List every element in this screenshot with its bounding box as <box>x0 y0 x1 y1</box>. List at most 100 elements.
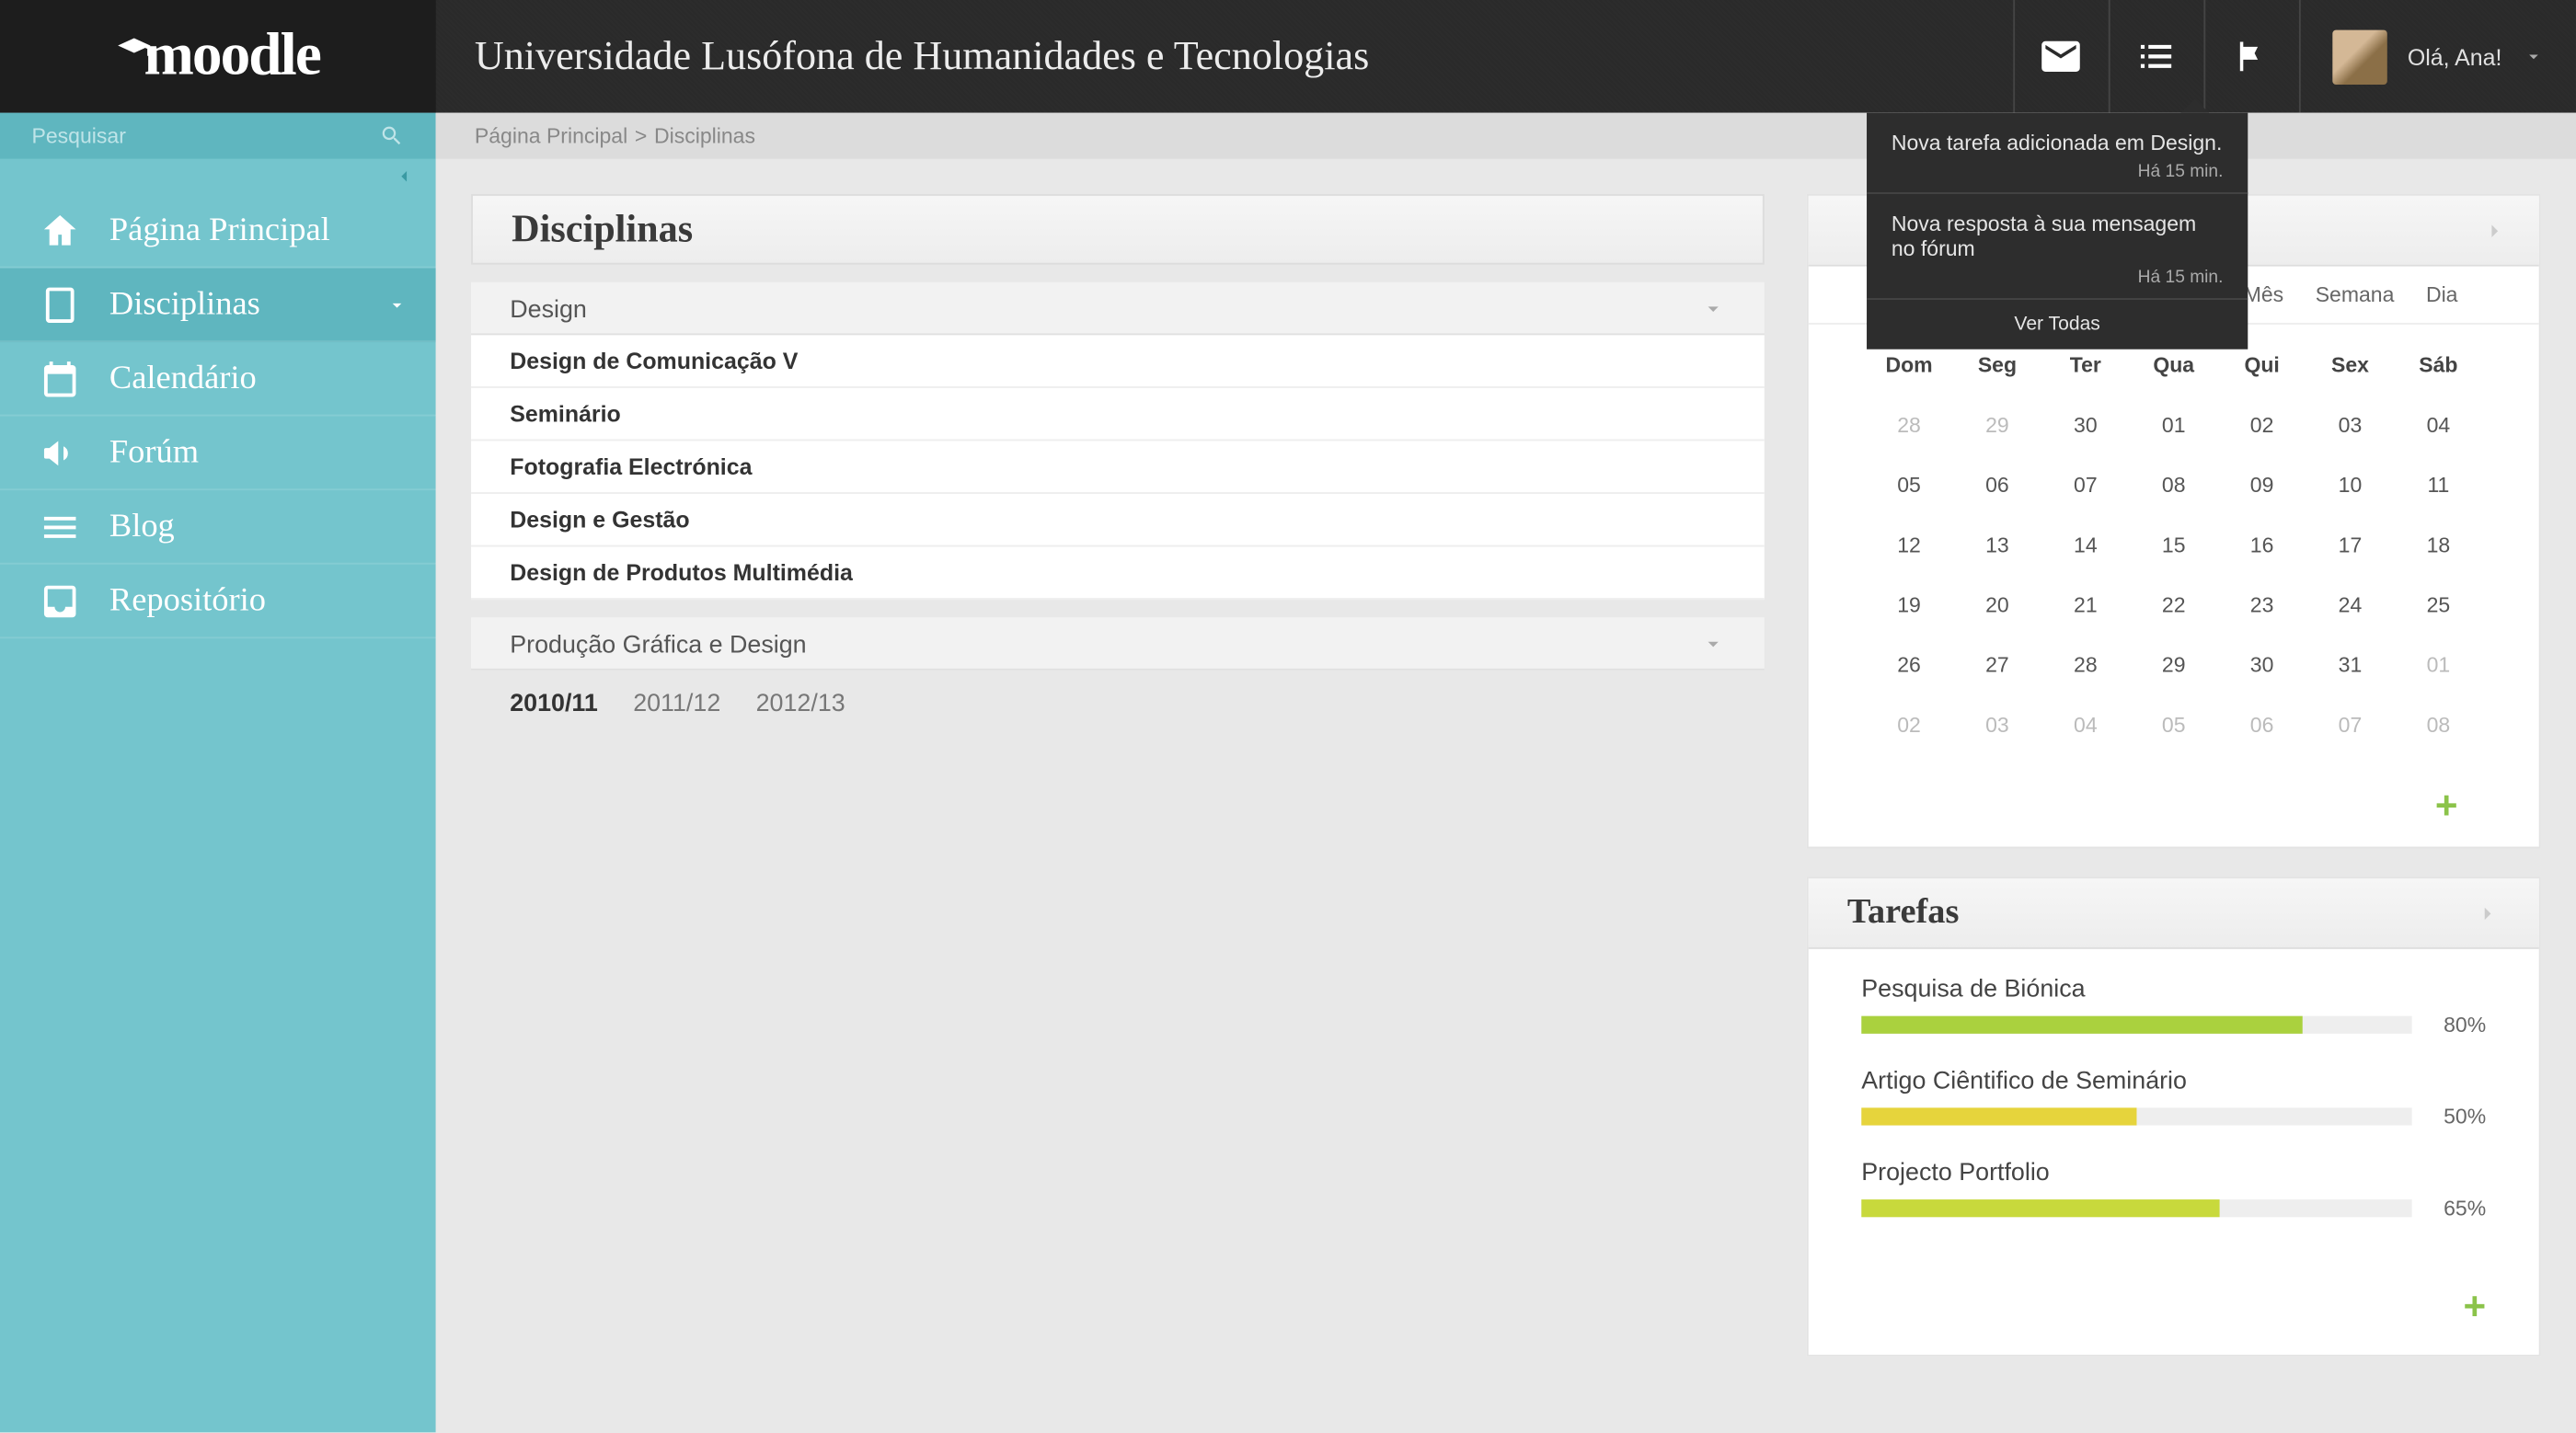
calendar-day[interactable]: 30 <box>2218 635 2306 694</box>
group-header[interactable]: Design <box>471 282 1765 336</box>
notification-item[interactable]: Nova resposta à sua mensagem no fórum Há … <box>1867 194 2248 300</box>
sidebar-item-calendrio[interactable]: Calendário <box>0 342 436 417</box>
calendar-day[interactable]: 08 <box>2394 695 2482 755</box>
search-icon[interactable] <box>379 123 404 148</box>
tasks-header: Tarefas <box>1809 878 2539 949</box>
task-name: Pesquisa de Biónica <box>1861 974 2486 1003</box>
tasks-expand-icon[interactable] <box>2476 900 2501 925</box>
search-row <box>0 113 436 159</box>
calendar-day[interactable]: 26 <box>1865 635 1953 694</box>
course-item[interactable]: Seminário <box>471 388 1765 441</box>
calendar-day[interactable]: 29 <box>1953 396 2041 455</box>
task-item[interactable]: Artigo Ciêntifico de Seminário50% <box>1861 1065 2486 1129</box>
calendar-day[interactable]: 15 <box>2130 515 2218 575</box>
content-area: Página Principal > Disciplinas Disciplin… <box>436 113 2576 1433</box>
breadcrumb-home[interactable]: Página Principal <box>475 123 627 148</box>
sidebar-item-disciplinas[interactable]: Disciplinas <box>0 269 436 343</box>
sidebar-item-label: Página Principal <box>109 211 330 249</box>
calendar-day[interactable]: 08 <box>2130 455 2218 515</box>
calendar-day[interactable]: 31 <box>2306 635 2395 694</box>
calendar-day[interactable]: 25 <box>2394 575 2482 635</box>
menu-icon <box>39 505 81 547</box>
course-item[interactable]: Design e Gestão <box>471 494 1765 547</box>
course-item[interactable]: Design de Produtos Multimédia <box>471 547 1765 601</box>
tasks-add-button[interactable]: + <box>1809 1274 2539 1355</box>
task-item[interactable]: Pesquisa de Biónica80% <box>1861 974 2486 1037</box>
logo[interactable]: moodle <box>0 0 436 113</box>
calendar-day[interactable]: 11 <box>2394 455 2482 515</box>
university-title: Universidade Lusófona de Humanidades e T… <box>475 33 1369 79</box>
calendar-day[interactable]: 02 <box>1865 695 1953 755</box>
notification-item[interactable]: Nova tarefa adicionada em Design.Há 15 m… <box>1867 113 2248 194</box>
flag-icon[interactable] <box>2202 0 2298 113</box>
calendar-day[interactable]: 01 <box>2130 396 2218 455</box>
search-input[interactable] <box>32 123 380 148</box>
calendar-day[interactable]: 12 <box>1865 515 1953 575</box>
calendar-day[interactable]: 28 <box>2041 635 2130 694</box>
calendar-day[interactable]: 06 <box>2218 695 2306 755</box>
year-tabs: 2010/11 2011/12 2012/13 <box>471 671 1765 734</box>
calendar-day[interactable]: 21 <box>2041 575 2130 635</box>
sidebar-item-label: Calendário <box>109 359 257 397</box>
calendar-day[interactable]: 07 <box>2041 455 2130 515</box>
calendar-day[interactable]: 14 <box>2041 515 2130 575</box>
calendar-day[interactable]: 04 <box>2394 396 2482 455</box>
list-icon[interactable] <box>2108 0 2203 113</box>
notification-text: Nova tarefa adicionada em Design. <box>1892 131 2224 155</box>
calendar-day[interactable]: 05 <box>1865 455 1953 515</box>
home-icon <box>39 209 81 251</box>
calendar-day[interactable]: 09 <box>2218 455 2306 515</box>
calendar-day[interactable]: 20 <box>1953 575 2041 635</box>
course-item[interactable]: Fotografia Electrónica <box>471 441 1765 494</box>
calendar-day[interactable]: 02 <box>2218 396 2306 455</box>
calendar-day[interactable]: 28 <box>1865 396 1953 455</box>
notification-text: Nova resposta à sua mensagem no fórum <box>1892 212 2224 261</box>
calendar-day[interactable]: 03 <box>1953 695 2041 755</box>
calendar-view-tab[interactable]: Dia <box>2426 282 2458 307</box>
calendar-day[interactable]: 03 <box>2306 396 2395 455</box>
sidebar-item-pginaprincipal[interactable]: Página Principal <box>0 194 436 269</box>
calendar-view-tab[interactable]: Mês <box>2244 282 2283 307</box>
calendar-day[interactable]: 04 <box>2041 695 2130 755</box>
calendar-day[interactable]: 16 <box>2218 515 2306 575</box>
calendar-day[interactable]: 29 <box>2130 635 2218 694</box>
notification-time: Há 15 min. <box>1892 269 2224 288</box>
calendar-day[interactable]: 27 <box>1953 635 2041 694</box>
sidebar-item-label: Forúm <box>109 433 199 472</box>
calendar-day[interactable]: 22 <box>2130 575 2218 635</box>
calendar-add-button[interactable]: + <box>1809 776 2539 847</box>
sidebar-item-repositrio[interactable]: Repositório <box>0 565 436 639</box>
calendar-day[interactable]: 01 <box>2394 635 2482 694</box>
sidebar-item-form[interactable]: Forúm <box>0 417 436 491</box>
progress-bar <box>1861 1107 2411 1125</box>
task-percent: 50% <box>2430 1105 2486 1129</box>
calendar-day[interactable]: 18 <box>2394 515 2482 575</box>
calendar-day[interactable]: 13 <box>1953 515 2041 575</box>
calendar-day[interactable]: 10 <box>2306 455 2395 515</box>
calendar-day[interactable]: 05 <box>2130 695 2218 755</box>
group-header[interactable]: Produção Gráfica e Design <box>471 617 1765 671</box>
notifications-view-all[interactable]: Ver Todas <box>1867 300 2248 350</box>
calendar-view-tab[interactable]: Semana <box>2316 282 2395 307</box>
calendar-day[interactable]: 23 <box>2218 575 2306 635</box>
calendar-day[interactable]: 24 <box>2306 575 2395 635</box>
year-tab[interactable]: 2011/12 <box>633 688 720 716</box>
calendar-day[interactable]: 17 <box>2306 515 2395 575</box>
sidebar-item-label: Blog <box>109 507 175 545</box>
task-item[interactable]: Projecto Portfolio65% <box>1861 1157 2486 1221</box>
calendar-day[interactable]: 19 <box>1865 575 1953 635</box>
year-tab[interactable]: 2010/11 <box>510 688 598 716</box>
tasks-panel: Tarefas Pesquisa de Biónica80% Artigo Ciê… <box>1807 877 2541 1357</box>
course-item[interactable]: Design de Comunicação V <box>471 335 1765 388</box>
user-menu[interactable]: Olá, Ana! <box>2298 0 2576 113</box>
sidebar-item-blog[interactable]: Blog <box>0 490 436 565</box>
sidebar-collapse[interactable] <box>0 159 436 194</box>
calendar-day[interactable]: 06 <box>1953 455 2041 515</box>
calendar-day[interactable]: 30 <box>2041 396 2130 455</box>
mail-icon[interactable] <box>2012 0 2108 113</box>
calendar-expand-icon[interactable] <box>2482 218 2507 243</box>
megaphone-icon <box>39 431 81 474</box>
calendar-day[interactable]: 07 <box>2306 695 2395 755</box>
year-tab[interactable]: 2012/13 <box>756 688 845 716</box>
weekday-label: Sex <box>2306 335 2395 395</box>
